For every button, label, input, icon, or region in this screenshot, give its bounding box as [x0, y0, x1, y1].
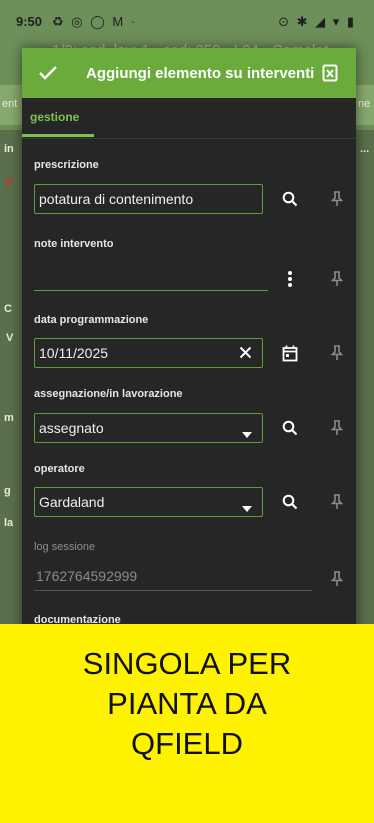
log-pin-icon[interactable]	[326, 568, 348, 590]
data-pin-icon[interactable]	[326, 342, 348, 364]
operatore-search-icon[interactable]	[279, 491, 301, 513]
assegnazione-value: assegnato	[39, 420, 104, 436]
operatore-value: Gardaland	[39, 494, 105, 510]
tab-bar: gestione	[22, 98, 356, 139]
assegnazione-label: assegnazione/in lavorazione	[34, 388, 183, 400]
prescrizione-search-icon[interactable]	[279, 188, 301, 210]
dialog-header: Aggiungi elemento su interventi	[22, 48, 356, 98]
operatore-label: operatore	[34, 463, 85, 475]
note-label: note intervento	[34, 238, 114, 250]
prescrizione-field[interactable]: potatura di contenimento	[34, 184, 263, 214]
add-element-dialog: Aggiungi elemento su interventi gestione…	[22, 48, 356, 668]
bg-text-in: in	[4, 143, 14, 155]
operatore-select[interactable]: Gardaland	[34, 487, 263, 517]
note-pin-icon[interactable]	[326, 268, 348, 290]
bg-text-ne: ne	[358, 98, 371, 110]
bg-text-g: g	[4, 485, 11, 497]
bg-text-p: p	[6, 175, 13, 187]
status-time: 9:50	[16, 14, 43, 29]
system-icons: ⊙ ✱ ◢ ▾ ▮	[278, 14, 356, 29]
banner-line-3: QFIELD	[131, 726, 243, 761]
prescrizione-label: prescrizione	[34, 159, 99, 171]
assegnazione-pin-icon[interactable]	[326, 417, 348, 439]
status-bar: 9:50 ♻ ◎ ◯ M · ⊙ ✱ ◢ ▾ ▮	[0, 0, 374, 44]
background-left-edge	[0, 130, 22, 630]
operatore-pin-icon[interactable]	[326, 491, 348, 513]
log-field: 1762764592999	[34, 564, 312, 591]
data-field[interactable]: 10/11/2025	[34, 338, 263, 368]
background-right-edge	[356, 130, 374, 630]
bg-text-dots: ...	[360, 143, 370, 155]
notification-icons: ♻ ◎ ◯ M ·	[52, 14, 138, 29]
bg-text-la: la	[4, 517, 14, 529]
assegnazione-search-icon[interactable]	[279, 417, 301, 439]
bg-text-ent: ent	[2, 98, 18, 110]
prescrizione-pin-icon[interactable]	[326, 188, 348, 210]
operatore-dropdown-icon	[242, 499, 252, 515]
data-value: 10/11/2025	[39, 345, 109, 361]
assegnazione-select[interactable]: assegnato	[34, 413, 263, 443]
tab-gestione[interactable]: gestione	[30, 110, 79, 124]
dialog-title: Aggiungi elemento su interventi	[86, 64, 315, 82]
log-value: 1762764592999	[36, 568, 138, 584]
calendar-icon[interactable]	[279, 342, 301, 364]
note-field[interactable]	[34, 264, 268, 291]
tab-indicator	[22, 134, 94, 137]
log-label: log sessione	[34, 541, 96, 553]
clear-date-icon[interactable]	[239, 346, 252, 362]
bg-text-c: C	[4, 303, 12, 315]
cancel-discard-icon[interactable]	[318, 61, 342, 85]
banner-line-1: SINGOLA PER	[82, 646, 292, 681]
confirm-check-icon[interactable]	[36, 61, 60, 85]
note-value	[34, 264, 268, 268]
note-more-icon[interactable]	[279, 268, 301, 290]
data-label: data programmazione	[34, 314, 149, 326]
bg-text-m: m	[4, 412, 14, 424]
banner-line-2: PIANTA DA	[107, 686, 267, 721]
assegnazione-dropdown-icon	[242, 425, 252, 441]
bg-text-v: V	[6, 332, 14, 344]
caption-banner: SINGOLA PER PIANTA DA QFIELD	[0, 624, 374, 823]
